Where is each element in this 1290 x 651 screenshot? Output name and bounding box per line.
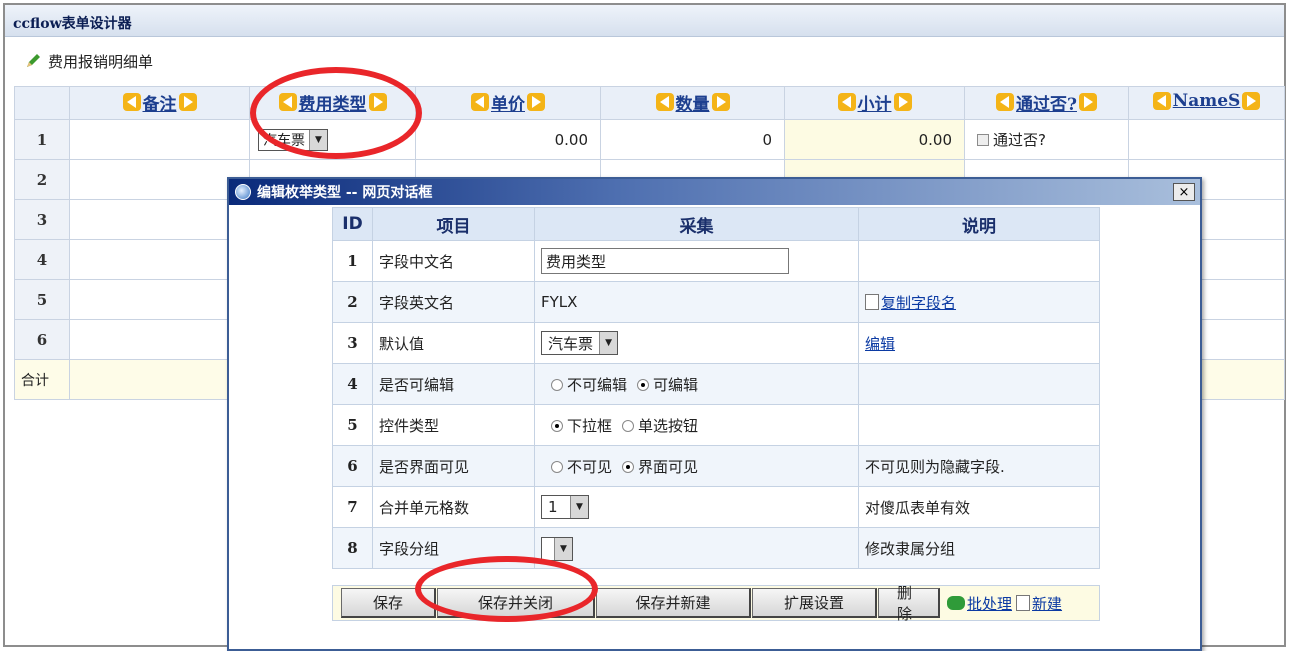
table-row: 1 字段中文名 费用类型 xyxy=(332,240,1100,282)
table-row: 1 汽车票 ▼ 0.00 0 0.00 通过否? xyxy=(14,119,1285,160)
row-number: 4 xyxy=(14,239,70,280)
move-right-icon[interactable] xyxy=(893,93,912,112)
header-id: ID xyxy=(332,207,373,241)
grid-corner xyxy=(14,86,70,120)
total-label: 合计 xyxy=(14,359,70,400)
subtotal-cell: 0.00 xyxy=(784,119,965,160)
column-header-names[interactable]: NameS xyxy=(1128,86,1285,120)
table-row: 8 字段分组 ▼ 修改隶属分组 xyxy=(332,527,1100,569)
move-left-icon[interactable] xyxy=(996,93,1015,112)
chevron-down-icon: ▼ xyxy=(599,332,618,354)
save-and-close-button[interactable]: 保存并关闭 xyxy=(437,588,595,618)
table-row: 2 字段英文名 FYLX 复制字段名 xyxy=(332,281,1100,323)
column-header-unit-price[interactable]: 单价 xyxy=(415,86,601,120)
row-number: 2 xyxy=(14,159,70,200)
table-row: 6 是否界面可见 不可见 界面可见 不可见则为隐藏字段. xyxy=(332,445,1100,487)
default-value-select[interactable]: 汽车票 ▼ xyxy=(541,331,619,355)
copy-field-name-link[interactable]: 复制字段名 xyxy=(881,294,956,312)
chevron-down-icon: ▼ xyxy=(309,129,327,150)
remark-cell[interactable] xyxy=(69,119,250,160)
row-number: 3 xyxy=(14,199,70,240)
delete-button[interactable]: 删除 xyxy=(878,584,940,623)
colspan-select[interactable]: 1 ▼ xyxy=(541,495,589,519)
chevron-down-icon: ▼ xyxy=(570,496,588,518)
column-header-quantity[interactable]: 数量 xyxy=(600,86,785,120)
move-right-icon[interactable] xyxy=(527,93,545,112)
radio-visible[interactable] xyxy=(622,460,635,473)
column-header-subtotal[interactable]: 小计 xyxy=(784,86,965,120)
expense-type-select[interactable]: 汽车票 ▼ xyxy=(258,128,328,151)
expense-type-cell: 汽车票 ▼ xyxy=(249,119,416,160)
properties-table: ID 项目 采集 说明 1 字段中文名 费用类型 2 字段英文名 FYLX 复制… xyxy=(332,207,1100,569)
form-caption[interactable]: 费用报销明细单 xyxy=(24,51,153,72)
designer-title: ccflow表单设计器 xyxy=(13,16,132,32)
move-left-icon[interactable] xyxy=(471,93,489,112)
properties-header-row: ID 项目 采集 说明 xyxy=(332,207,1100,241)
close-button[interactable]: × xyxy=(1173,183,1195,201)
new-doc-icon xyxy=(1016,595,1031,611)
move-right-icon[interactable] xyxy=(1078,93,1097,112)
field-group-select[interactable]: ▼ xyxy=(541,537,573,561)
copy-icon xyxy=(865,293,879,310)
row-number: 5 xyxy=(14,279,70,320)
move-right-icon[interactable] xyxy=(1242,92,1261,110)
chinese-name-input[interactable]: 费用类型 xyxy=(541,248,789,274)
extend-settings-button[interactable]: 扩展设置 xyxy=(752,588,877,618)
save-button[interactable]: 保存 xyxy=(341,588,436,618)
move-left-icon[interactable] xyxy=(1152,92,1171,110)
form-caption-text: 费用报销明细单 xyxy=(48,53,154,71)
dialog-titlebar[interactable]: 编辑枚举类型 -- 网页对话框 xyxy=(229,179,1200,205)
table-row: 5 控件类型 下拉框 单选按钮 xyxy=(332,404,1100,446)
pencil-icon xyxy=(27,54,40,67)
new-link[interactable]: 新建 xyxy=(1032,593,1062,614)
table-row: 4 是否可编辑 不可编辑 可编辑 xyxy=(332,363,1100,405)
chevron-down-icon: ▼ xyxy=(554,538,572,560)
table-row: 7 合并单元格数 1 ▼ 对傻瓜表单有效 xyxy=(332,486,1100,528)
radio-radiobutton[interactable] xyxy=(622,419,635,432)
ie-icon xyxy=(235,184,251,200)
save-and-new-button[interactable]: 保存并新建 xyxy=(596,588,751,618)
header-collect: 采集 xyxy=(534,207,859,241)
designer-titlebar: ccflow表单设计器 xyxy=(5,5,1284,37)
column-header-remark[interactable]: 备注 xyxy=(69,86,250,120)
row-number: 1 xyxy=(14,119,70,160)
move-right-icon[interactable] xyxy=(711,93,730,112)
row-number: 6 xyxy=(14,319,70,360)
column-header-passed[interactable]: 通过否? xyxy=(964,86,1129,120)
move-right-icon[interactable] xyxy=(178,93,197,112)
dialog-title: 编辑枚举类型 -- 网页对话框 xyxy=(257,185,433,201)
table-row: 3 默认值 汽车票 ▼ 编辑 xyxy=(332,322,1100,364)
dialog-button-bar: 保存 保存并关闭 保存并新建 扩展设置 删除 批处理 新建 xyxy=(332,584,1100,623)
move-left-icon[interactable] xyxy=(655,93,674,112)
passed-cell[interactable]: 通过否? xyxy=(964,119,1129,160)
radio-editable[interactable] xyxy=(637,378,650,391)
move-right-icon[interactable] xyxy=(368,93,387,112)
radio-dropdown[interactable] xyxy=(551,419,563,432)
batch-link[interactable]: 批处理 xyxy=(967,593,1012,614)
header-desc: 说明 xyxy=(858,207,1100,241)
batch-icon xyxy=(947,596,965,610)
english-name-value: FYLX xyxy=(534,281,859,323)
move-left-icon[interactable] xyxy=(122,93,141,112)
quantity-cell[interactable]: 0 xyxy=(600,119,785,160)
names-cell[interactable] xyxy=(1128,119,1285,160)
unit-price-cell[interactable]: 0.00 xyxy=(415,119,601,160)
grid-header-row: 备注 费用类型 单价 数量 小计 通过否? NameS xyxy=(14,86,1285,120)
move-left-icon[interactable] xyxy=(278,93,297,112)
move-left-icon[interactable] xyxy=(837,93,856,112)
column-header-expense-type[interactable]: 费用类型 xyxy=(249,86,416,120)
passed-checkbox[interactable] xyxy=(977,134,989,146)
edit-link[interactable]: 编辑 xyxy=(865,335,895,353)
edit-enum-dialog: 编辑枚举类型 -- 网页对话框 × ID 项目 采集 说明 1 字段中文名 费用… xyxy=(227,177,1202,651)
header-item: 项目 xyxy=(372,207,535,241)
radio-not-editable[interactable] xyxy=(551,378,563,391)
radio-invisible[interactable] xyxy=(551,460,563,473)
